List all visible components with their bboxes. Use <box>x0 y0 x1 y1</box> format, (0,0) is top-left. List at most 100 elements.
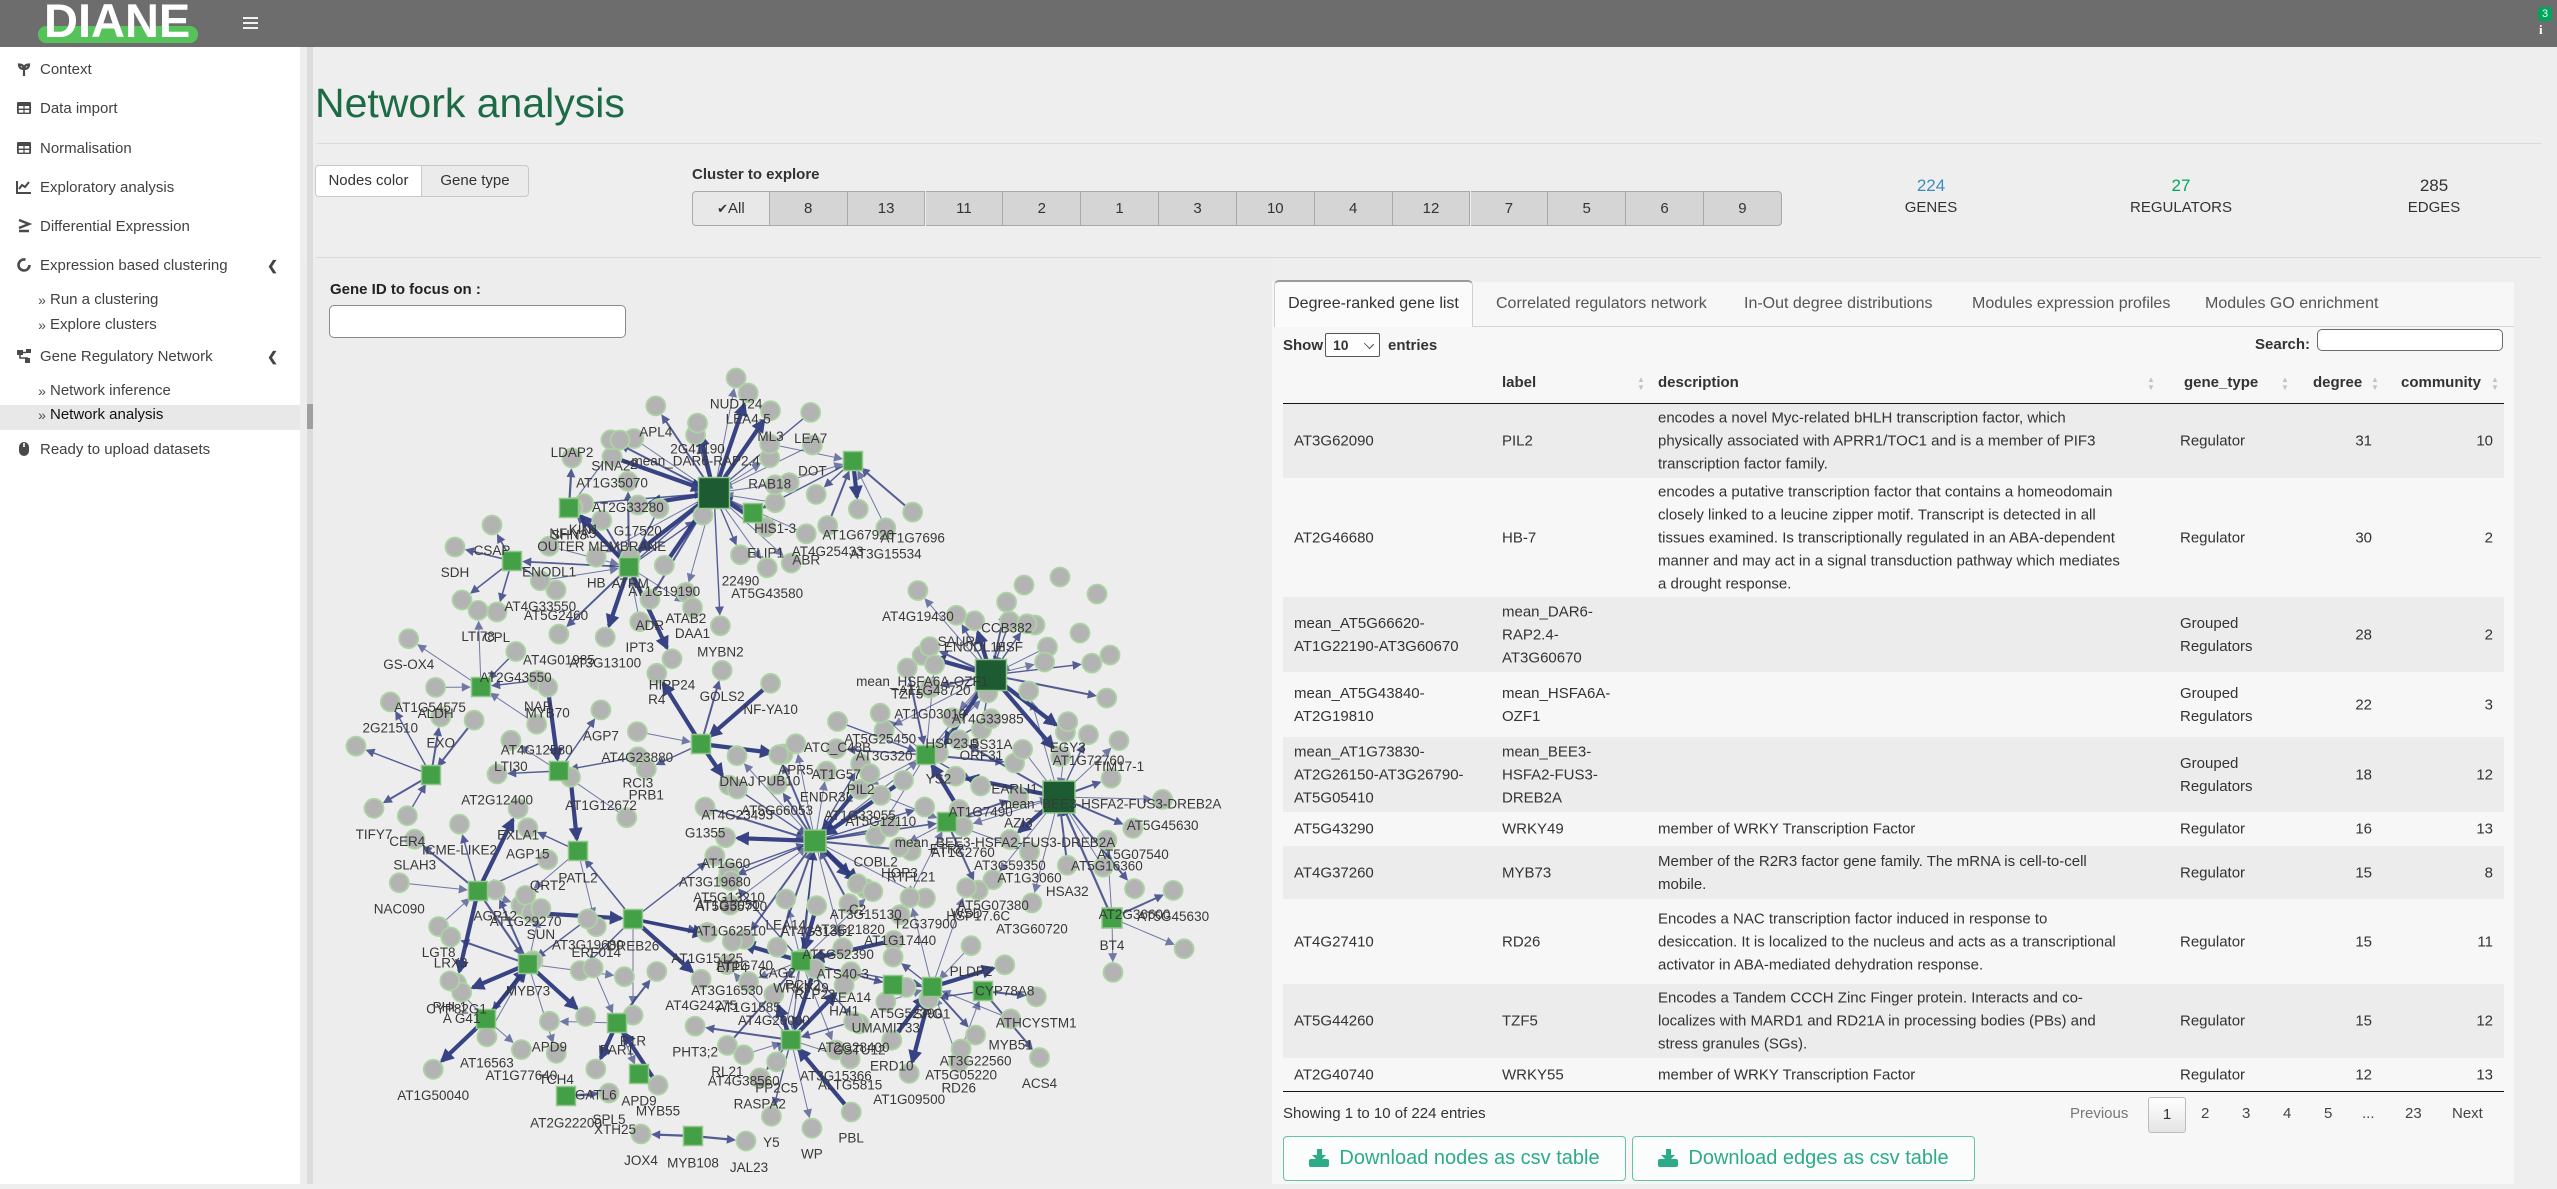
svg-text:NUDT24: NUDT24 <box>710 397 763 412</box>
svg-text:GATL6: GATL6 <box>575 1088 617 1103</box>
svg-text:HIS1-3: HIS1-3 <box>754 521 796 536</box>
svg-text:CSAP: CSAP <box>474 543 511 558</box>
svg-text:Y5: Y5 <box>763 1135 780 1150</box>
svg-text:PATL2: PATL2 <box>558 871 597 886</box>
svg-text:HAI1: HAI1 <box>829 1004 859 1019</box>
svg-text:AT5G25450: AT5G25450 <box>844 732 916 747</box>
svg-text:BT4: BT4 <box>1100 938 1125 953</box>
svg-text:AT1G12672: AT1G12672 <box>565 798 637 813</box>
svg-text:AZI3: AZI3 <box>1004 816 1033 831</box>
svg-text:G1355: G1355 <box>685 826 726 841</box>
svg-text:JAL23: JAL23 <box>730 1160 768 1175</box>
svg-text:AT2G22200: AT2G22200 <box>530 1116 602 1131</box>
svg-text:AT4G20000: AT4G20000 <box>738 1013 810 1028</box>
svg-text:MYBN2: MYBN2 <box>697 644 744 659</box>
svg-text:DAA1: DAA1 <box>675 626 710 641</box>
svg-text:HOP3: HOP3 <box>881 866 918 881</box>
svg-text:AT5G45630: AT5G45630 <box>1137 909 1209 924</box>
svg-text:AT2G43550: AT2G43550 <box>480 670 552 685</box>
svg-text:ATAB2: ATAB2 <box>666 611 707 626</box>
svg-text:HSF: HSF <box>996 640 1023 655</box>
svg-text:APR5: APR5 <box>778 762 813 777</box>
svg-text:AT5G12110: AT5G12110 <box>845 814 916 829</box>
svg-text:NAC090: NAC090 <box>374 901 425 916</box>
svg-text:RLP23: RLP23 <box>794 987 835 1002</box>
svg-text:MYB108: MYB108 <box>667 1156 719 1171</box>
svg-text:SDH: SDH <box>441 565 470 580</box>
svg-text:mean_BEE3-HSFA2-FUS3-DREB2A: mean_BEE3-HSFA2-FUS3-DREB2A <box>895 835 1116 850</box>
svg-text:IPT3: IPT3 <box>625 640 654 655</box>
svg-text:CCB382: CCB382 <box>981 621 1032 636</box>
svg-text:LTP4: LTP4 <box>717 960 749 975</box>
svg-text:ATRM: ATRM <box>612 576 649 591</box>
svg-text:LTI30: LTI30 <box>494 759 528 774</box>
svg-text:CER4: CER4 <box>389 834 426 849</box>
svg-text:ACS4: ACS4 <box>1022 1076 1058 1091</box>
svg-text:PHI-1: PHI-1 <box>433 999 468 1014</box>
svg-text:APL4: APL4 <box>639 424 673 439</box>
svg-text:2G21510: 2G21510 <box>363 720 419 735</box>
svg-text:AGP12: AGP12 <box>474 908 518 923</box>
svg-text:ELIP1: ELIP1 <box>747 546 784 561</box>
svg-text:AT1G09500: AT1G09500 <box>873 1092 945 1107</box>
svg-text:NF-YA10: NF-YA10 <box>743 702 798 717</box>
svg-text:AT1G62510: AT1G62510 <box>694 924 766 939</box>
svg-text:AT4G38560: AT4G38560 <box>708 1073 780 1088</box>
svg-text:LDAP2: LDAP2 <box>551 445 594 460</box>
svg-text:LEA4-5: LEA4-5 <box>726 412 771 427</box>
svg-text:LTI78: LTI78 <box>461 629 495 644</box>
svg-text:AT4G23880: AT4G23880 <box>601 750 673 765</box>
svg-text:LRX3: LRX3 <box>434 956 468 971</box>
svg-text:AT5G45630: AT5G45630 <box>1127 818 1199 833</box>
svg-text:AT5G05220: AT5G05220 <box>925 1068 997 1083</box>
svg-text:AT1G67920: AT1G67920 <box>822 528 894 543</box>
svg-text:AT4G19430: AT4G19430 <box>882 609 954 624</box>
svg-text:SRG1: SRG1 <box>914 1007 951 1022</box>
svg-text:RAB18: RAB18 <box>748 476 791 491</box>
svg-text:AT5G16360: AT5G16360 <box>1071 859 1143 874</box>
svg-text:WSD: WSD <box>951 906 983 921</box>
svg-text:AT4G01985: AT4G01985 <box>523 653 595 668</box>
svg-text:AT1G3060: AT1G3060 <box>997 871 1061 886</box>
svg-text:AT3G19680: AT3G19680 <box>552 937 624 952</box>
svg-text:ADR: ADR <box>636 618 665 633</box>
svg-text:22490: 22490 <box>722 573 760 588</box>
svg-text:ML3: ML3 <box>757 429 783 444</box>
svg-text:AT1G48720: AT1G48720 <box>899 683 971 698</box>
svg-text:AT3G22560: AT3G22560 <box>940 1054 1012 1069</box>
svg-text:GOLS2: GOLS2 <box>700 689 745 704</box>
svg-text:PLDP2: PLDP2 <box>950 964 993 979</box>
svg-text:TIFY7: TIFY7 <box>356 827 393 842</box>
svg-text:ALTG5815: ALTG5815 <box>818 1078 882 1093</box>
svg-text:OUTER MEMBRANE: OUTER MEMBRANE <box>537 539 666 554</box>
svg-text:AT1G77640: AT1G77640 <box>485 1068 557 1083</box>
svg-text:SUN: SUN <box>527 927 556 942</box>
svg-text:SLAH3: SLAH3 <box>393 858 436 873</box>
svg-text:HIPP24: HIPP24 <box>649 677 696 692</box>
svg-text:AT3G19680: AT3G19680 <box>679 874 751 889</box>
svg-text:CYP78A8: CYP78A8 <box>975 983 1034 998</box>
svg-text:RD26: RD26 <box>941 1081 976 1096</box>
svg-text:AT4G12580: AT4G12580 <box>501 743 573 758</box>
svg-text:MYB70: MYB70 <box>526 706 570 721</box>
svg-text:AT1G17440: AT1G17440 <box>864 933 936 948</box>
svg-text:UMAMIT33: UMAMIT33 <box>852 1020 920 1035</box>
svg-text:DOT: DOT <box>798 464 827 479</box>
svg-text:RASPA2: RASPA2 <box>734 1096 786 1111</box>
svg-text:PRB1: PRB1 <box>629 788 664 803</box>
svg-text:AT1G35070: AT1G35070 <box>576 475 648 490</box>
svg-text:RS31A: RS31A <box>970 737 1013 752</box>
svg-text:PHT3;2: PHT3;2 <box>672 1045 718 1060</box>
svg-text:PBL: PBL <box>838 1131 864 1146</box>
svg-text:ICME-LIKE2: ICME-LIKE2 <box>422 843 497 858</box>
svg-text:PIL2: PIL2 <box>847 782 875 797</box>
svg-text:AGP7: AGP7 <box>583 728 619 743</box>
svg-text:AT4G33550: AT4G33550 <box>504 599 576 614</box>
svg-text:GS-OX4: GS-OX4 <box>383 657 435 672</box>
svg-text:AT1G57: AT1G57 <box>812 767 861 782</box>
svg-text:JOX4: JOX4 <box>624 1153 658 1168</box>
svg-text:AT2G12400: AT2G12400 <box>461 793 533 808</box>
svg-text:AT4G25433: AT4G25433 <box>792 544 864 559</box>
svg-text:AT1G54575: AT1G54575 <box>394 700 466 715</box>
svg-text:SINA2: SINA2 <box>591 458 630 473</box>
